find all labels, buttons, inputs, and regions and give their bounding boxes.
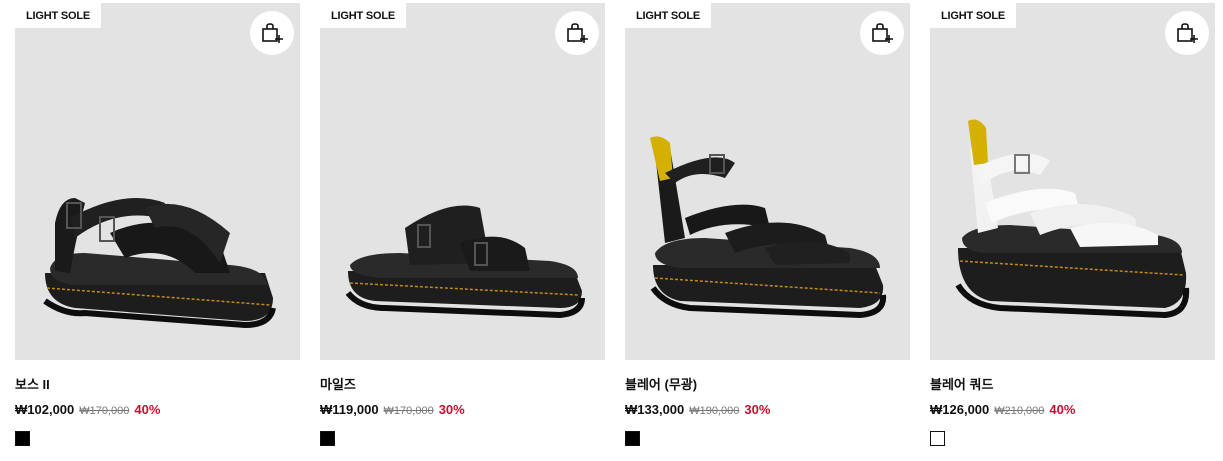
light-sole-badge: LIGHT SOLE — [15, 3, 102, 28]
shoe-image — [43, 198, 276, 329]
product-name[interactable]: 블레어 (무광) — [625, 377, 910, 393]
product-name[interactable]: 보스 II — [15, 377, 300, 393]
sale-price: ₩102,000 — [15, 402, 75, 417]
sale-price: ₩119,000 — [320, 402, 379, 417]
product-grid: LIGHT SOLE 보스 II ₩102,000 ₩170,000 40% L… — [15, 3, 1215, 446]
color-swatch[interactable] — [320, 431, 335, 446]
original-price: ₩190,000 — [689, 405, 740, 417]
add-to-cart-button[interactable] — [555, 11, 599, 55]
light-sole-badge: LIGHT SOLE — [625, 3, 712, 28]
color-swatch[interactable] — [15, 431, 30, 446]
sale-price: ₩133,000 — [625, 402, 685, 417]
shoe-image — [650, 136, 887, 319]
product-card[interactable]: LIGHT SOLE 보스 II ₩102,000 ₩170,000 40% — [15, 3, 300, 446]
product-image[interactable]: LIGHT SOLE — [625, 3, 910, 360]
original-price: ₩170,000 — [79, 405, 130, 417]
add-to-cart-icon — [872, 23, 893, 43]
add-to-cart-icon — [262, 23, 283, 43]
add-to-cart-icon — [1177, 23, 1198, 43]
product-name[interactable]: 마일즈 — [320, 377, 605, 393]
discount-rate: 30% — [438, 402, 465, 417]
product-card[interactable]: LIGHT SOLE 블레어 쿼드 ₩126,000 ₩210,000 40% — [930, 3, 1215, 446]
add-to-cart-button[interactable] — [1165, 11, 1209, 55]
color-swatch[interactable] — [930, 431, 945, 446]
original-price: ₩170,000 — [383, 405, 434, 417]
add-to-cart-button[interactable] — [250, 11, 294, 55]
sale-price: ₩126,000 — [930, 402, 990, 417]
add-to-cart-icon — [567, 23, 588, 43]
discount-rate: 40% — [1049, 402, 1076, 417]
price-row: ₩102,000 ₩170,000 40% — [15, 402, 300, 419]
color-swatch[interactable] — [625, 431, 640, 446]
product-image[interactable]: LIGHT SOLE — [15, 3, 300, 360]
light-sole-badge: LIGHT SOLE — [930, 3, 1017, 28]
price-row: ₩126,000 ₩210,000 40% — [930, 402, 1215, 419]
product-card[interactable]: LIGHT SOLE 블레어 (무광) ₩133,000 ₩190,000 30… — [625, 3, 910, 446]
discount-rate: 30% — [744, 402, 771, 417]
product-image[interactable]: LIGHT SOLE — [320, 3, 605, 360]
product-name[interactable]: 블레어 쿼드 — [930, 377, 1215, 393]
price-row: ₩133,000 ₩190,000 30% — [625, 402, 910, 419]
shoe-image — [955, 119, 1190, 319]
product-image[interactable]: LIGHT SOLE — [930, 3, 1215, 360]
product-card[interactable]: LIGHT SOLE 마일즈 ₩119,000 ₩170,000 30% — [320, 3, 605, 446]
shoe-image — [345, 205, 585, 319]
original-price: ₩210,000 — [994, 405, 1045, 417]
light-sole-badge: LIGHT SOLE — [320, 3, 407, 28]
price-row: ₩119,000 ₩170,000 30% — [320, 402, 605, 419]
discount-rate: 40% — [134, 402, 161, 417]
add-to-cart-button[interactable] — [860, 11, 904, 55]
